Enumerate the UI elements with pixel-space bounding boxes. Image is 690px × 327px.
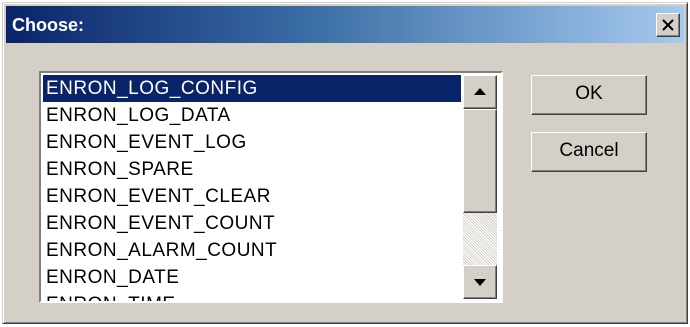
item-listbox[interactable]: ENRON_LOG_CONFIG ENRON_LOG_DATA ENRON_EV… [39,71,503,303]
arrow-up-icon [474,88,486,95]
dialog-title: Choose: [12,15,84,35]
list-item[interactable]: ENRON_EVENT_COUNT [43,210,461,237]
list-item[interactable]: ENRON_SPARE [43,156,461,183]
close-icon [662,19,674,31]
arrow-down-icon [474,279,486,286]
list-item[interactable]: ENRON_DATE [43,264,461,291]
scroll-down-button[interactable] [463,265,497,299]
list-item[interactable]: ENRON_EVENT_LOG [43,129,461,156]
ok-button[interactable]: OK [531,75,647,115]
item-list: ENRON_LOG_CONFIG ENRON_LOG_DATA ENRON_EV… [43,75,461,301]
scroll-up-button[interactable] [463,75,497,109]
choose-dialog: Choose: ENRON_LOG_CONFIG ENRON_LOG_DATA … [2,2,688,324]
list-item[interactable]: ENRON_LOG_DATA [43,102,461,129]
vertical-scrollbar[interactable] [463,75,497,299]
close-button[interactable] [656,13,680,37]
title-bar[interactable]: Choose: [6,6,684,43]
list-item[interactable]: ENRON_ALARM_COUNT [43,237,461,264]
cancel-button[interactable]: Cancel [531,132,647,172]
list-item[interactable]: ENRON_LOG_CONFIG [43,75,461,102]
list-item[interactable]: ENRON_EVENT_CLEAR [43,183,461,210]
list-item[interactable]: ENRON_TIME [43,291,461,301]
scroll-thumb[interactable] [463,109,497,213]
